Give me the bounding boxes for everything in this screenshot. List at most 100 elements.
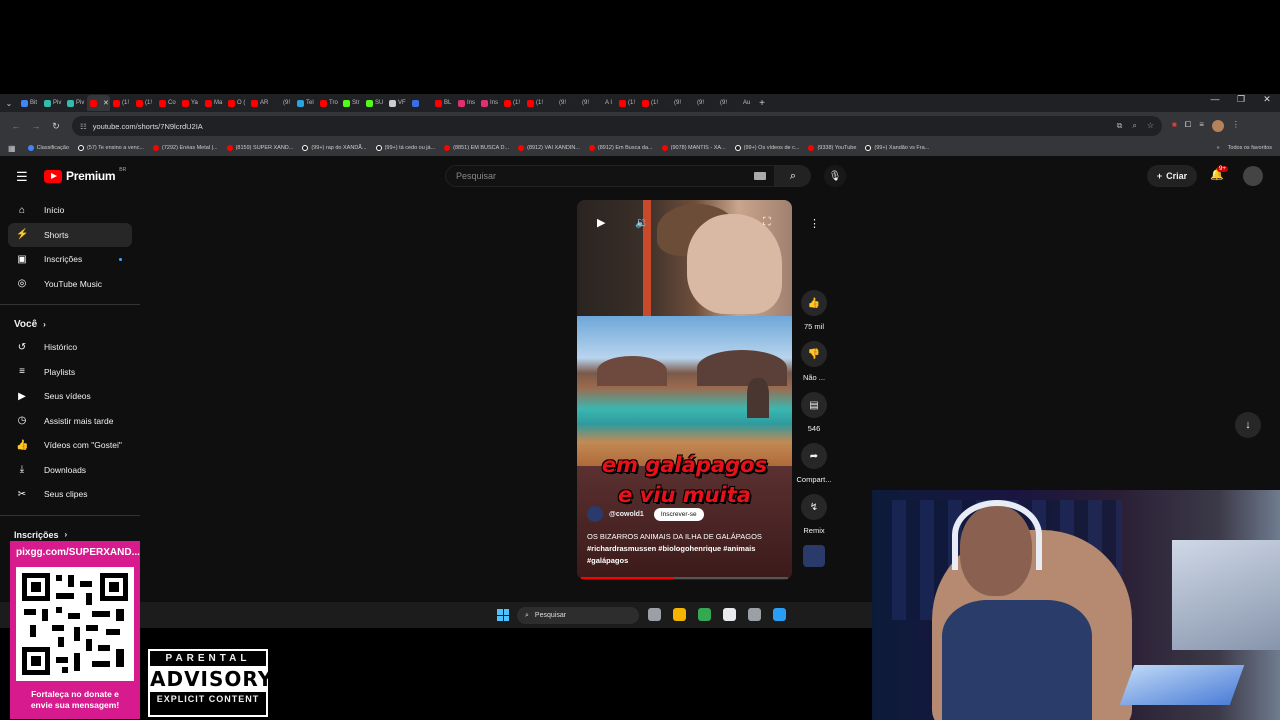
media-icon[interactable]: ≡ — [1199, 120, 1204, 132]
forward-button[interactable]: → — [26, 121, 46, 131]
browser-tab[interactable]: (9! — [547, 95, 570, 111]
taskbar-app-icon[interactable] — [648, 608, 661, 621]
search-input[interactable]: Pesquisar — [445, 165, 775, 187]
play-icon[interactable]: ▶ — [597, 216, 605, 229]
zoom-icon[interactable]: ⌕ — [1132, 121, 1136, 131]
browser-tab[interactable]: Ins — [478, 95, 501, 111]
bookmark-item[interactable]: (7292) Enéas Metal |... — [153, 145, 218, 151]
like-action[interactable]: 👍 75 mil — [794, 290, 834, 331]
taskbar-app-icon[interactable] — [698, 608, 711, 621]
volume-icon[interactable]: 🔉 — [635, 216, 649, 229]
sound-icon[interactable] — [803, 545, 825, 567]
bookmark-item[interactable]: (8912) VAI XANDIN... — [518, 145, 580, 151]
subscribe-button[interactable]: Inscrever-se — [653, 507, 704, 521]
bookmark-star-icon[interactable]: ☆ — [1147, 121, 1154, 131]
bookmark-item[interactable]: (57) Te ensino a venc... — [77, 145, 144, 151]
sidebar-item-download[interactable]: ⤓ Downloads — [0, 458, 140, 483]
apps-grid-icon[interactable]: ▦ — [8, 144, 16, 153]
browser-tab[interactable]: (9! — [271, 95, 294, 111]
browser-tab[interactable]: (1! — [501, 95, 524, 111]
video-progress-bar[interactable] — [581, 577, 788, 579]
browser-tab[interactable]: Au — [731, 95, 754, 111]
browser-tab[interactable]: (1! — [524, 95, 547, 111]
browser-tab[interactable]: (1! — [133, 95, 156, 111]
bookmark-item[interactable]: (99+) Os vídeos de c... — [734, 145, 799, 151]
profile-avatar[interactable] — [1211, 120, 1224, 132]
browser-tab[interactable]: VF — [386, 95, 409, 111]
bookmark-item[interactable]: Classificação — [27, 145, 69, 151]
remix-icon[interactable]: ↯ — [801, 494, 827, 520]
bookmark-item[interactable]: (8912) Em Busca da... — [588, 145, 653, 151]
browser-tab[interactable]: Str — [340, 95, 363, 111]
browser-tab[interactable]: (9! — [662, 95, 685, 111]
new-tab-button[interactable]: + — [754, 98, 770, 109]
browser-tab[interactable]: Tel — [294, 95, 317, 111]
taskbar-app-icon[interactable] — [723, 608, 736, 621]
comment-icon[interactable]: ▤ — [801, 392, 827, 418]
dislike-action[interactable]: 👎 Não ... — [794, 341, 834, 382]
close-window-button[interactable]: ✕ — [1254, 94, 1280, 105]
sidebar-item-home[interactable]: ⌂ Início — [0, 198, 140, 223]
thumbs-up-icon[interactable]: 👍 — [801, 290, 827, 316]
extension-icon[interactable]: ■ — [1172, 120, 1177, 132]
browser-tab[interactable]: SU — [363, 95, 386, 111]
browser-tab[interactable]: BL — [432, 95, 455, 111]
voice-search-button[interactable]: 🎙 — [824, 165, 846, 187]
account-avatar[interactable] — [1243, 166, 1263, 186]
start-button[interactable] — [497, 609, 509, 621]
browser-tab[interactable]: Ins — [455, 95, 478, 111]
next-short-button[interactable]: ↓ — [1235, 412, 1261, 438]
browser-tab[interactable]: Piv — [41, 95, 64, 111]
sidebar-item-history[interactable]: ↺ Histórico — [0, 335, 140, 360]
fullscreen-icon[interactable]: ⛶ — [763, 216, 771, 229]
site-info-icon[interactable]: ☷ — [80, 122, 87, 131]
browser-tab[interactable]: Bit — [18, 95, 41, 111]
thumbs-down-icon[interactable]: 👎 — [801, 341, 827, 367]
share-icon[interactable]: ➦ — [801, 443, 827, 469]
bookmark-item[interactable]: (99+) Xandão vs Fra... — [865, 145, 929, 151]
reload-button[interactable]: ↻ — [46, 121, 66, 132]
sidebar-item-your-videos[interactable]: ▶ Seus vídeos — [0, 384, 140, 409]
browser-tab[interactable]: (1! — [110, 95, 133, 111]
browser-tab[interactable]: Ma — [202, 95, 225, 111]
channel-name[interactable]: @cowold1 — [609, 511, 644, 518]
channel-avatar[interactable] — [587, 506, 603, 522]
browser-tab[interactable]: O ( — [225, 95, 248, 111]
browser-tab[interactable]: (9! — [708, 95, 731, 111]
comments-action[interactable]: ▤ 546 — [794, 392, 834, 433]
create-button[interactable]: + Criar — [1147, 165, 1197, 187]
browser-tab[interactable]: Ya — [179, 95, 202, 111]
taskbar-app-icon[interactable] — [748, 608, 761, 621]
sound-thumbnail[interactable] — [794, 545, 834, 567]
browser-tab[interactable]: A I — [593, 95, 616, 111]
browser-tab[interactable]: (9! — [570, 95, 593, 111]
browser-tab[interactable]: Piv — [64, 95, 87, 111]
menu-icon[interactable]: ☰ — [16, 169, 28, 185]
install-icon[interactable]: ⧉ — [1117, 121, 1123, 131]
sidebar-item-playlists[interactable]: ≡ Playlists — [0, 360, 140, 385]
bookmark-item[interactable]: (99+) rap do XANDÃ... — [302, 145, 367, 151]
browser-tab[interactable]: Co — [156, 95, 179, 111]
shorts-player[interactable]: ▶ 🔉 ⛶ em galápagos e viu muita @cowold1 … — [577, 200, 792, 580]
you-section-header[interactable]: Você › — [0, 313, 140, 335]
maximize-button[interactable]: ❐ — [1228, 94, 1254, 105]
browser-tab[interactable]: AR — [248, 95, 271, 111]
sidebar-item-clips[interactable]: ✂ Seus clipes — [0, 482, 140, 507]
url-bar[interactable]: ☷ youtube.com/shorts/7N9lcrdU2IA ⧉ ⌕ ☆ — [72, 116, 1162, 136]
close-tab-icon[interactable]: ✕ — [103, 99, 109, 107]
share-action[interactable]: ➦ Compart... — [794, 443, 834, 484]
bookmark-item[interactable]: (8159) SUPER XAND... — [226, 145, 293, 151]
browser-tab[interactable] — [409, 95, 432, 111]
bookmark-item[interactable]: (8851) EM BUSCA D... — [444, 145, 509, 151]
browser-menu-icon[interactable]: ⋮ — [1232, 120, 1240, 132]
sidebar-item-watch-later[interactable]: ◷ Assistir mais tarde — [0, 409, 140, 434]
sidebar-item-shorts[interactable]: ⚡ Shorts — [8, 222, 132, 247]
taskbar-app-icon[interactable] — [773, 608, 786, 621]
sidebar-item-music[interactable]: ◎ YouTube Music — [0, 272, 140, 297]
search-button[interactable]: ⌕ — [775, 165, 811, 187]
browser-tab[interactable]: Tro — [317, 95, 340, 111]
bookmark-item[interactable]: (9078) MANTIS - XA... — [661, 145, 726, 151]
browser-tab[interactable]: (1! — [639, 95, 662, 111]
remix-action[interactable]: ↯ Remix — [794, 494, 834, 535]
sidebar-item-subscriptions[interactable]: ▣ Inscrições — [0, 247, 140, 272]
